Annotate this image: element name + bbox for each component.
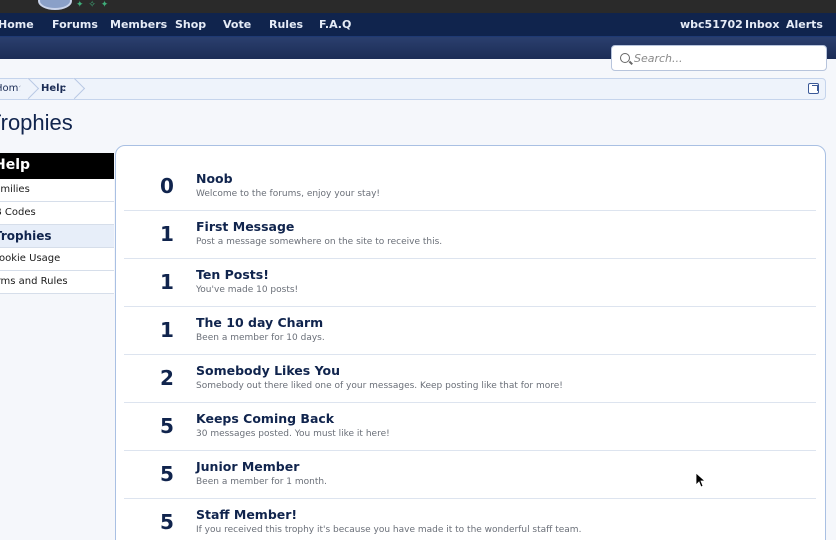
trophy-description: Somebody out there liked one of your mes… (196, 381, 563, 391)
trophy-title: Staff Member! (196, 507, 298, 522)
nav-alerts[interactable]: Alerts (786, 18, 823, 31)
nav-user[interactable]: wbc51702 (680, 18, 743, 31)
trophy-title: The 10 day Charm (196, 315, 324, 330)
nav-members[interactable]: Members (110, 18, 167, 31)
nav-rules[interactable]: Rules (269, 18, 303, 31)
trophy-points: 1 (160, 270, 174, 294)
sidebar-heading: Help (0, 153, 114, 179)
nav-forums[interactable]: Forums (52, 18, 98, 31)
trophy-points: 5 (160, 462, 174, 486)
trophy-description: You've made 10 posts! (196, 285, 299, 295)
breadcrumb-separator (27, 79, 39, 99)
trophy-row: 1 Ten Posts! You've made 10 posts! (124, 259, 816, 307)
trophy-row: 5 Junior Member Been a member for 1 mont… (124, 451, 816, 499)
trophy-description: Been a member for 1 month. (196, 477, 327, 487)
jump-to-page-icon[interactable] (808, 83, 819, 94)
search-box (611, 45, 827, 71)
search-input[interactable] (634, 49, 820, 67)
breadcrumb-help[interactable]: Help (41, 83, 67, 94)
mouse-pointer-icon (695, 472, 705, 488)
trophy-description: 30 messages posted. You must like it her… (196, 429, 390, 439)
trophy-title: Noob (196, 171, 233, 186)
nav-inbox[interactable]: Inbox (745, 18, 779, 31)
breadcrumb: Home Help (0, 78, 826, 100)
nav-home[interactable]: Home (0, 18, 34, 31)
header-banner: ✦ ✧ ✦ (0, 0, 836, 13)
trophy-points: 5 (160, 414, 174, 438)
trophy-list: 0 Noob Welcome to the forums, enjoy your… (115, 145, 826, 540)
trophy-description: Post a message somewhere on the site to … (196, 237, 443, 247)
trophy-row: 0 Noob Welcome to the forums, enjoy your… (124, 163, 816, 211)
trophy-row: 2 Somebody Likes You Somebody out there … (124, 355, 816, 403)
help-sidebar: Help Smilies BB Codes Trophies Cookie Us… (0, 153, 114, 294)
main-nav: Home Forums Members Shop Vote Rules F.A.… (0, 13, 836, 37)
nav-shop[interactable]: Shop (175, 18, 206, 31)
trophy-row: 1 The 10 day Charm Been a member for 10 … (124, 307, 816, 355)
trophy-points: 1 (160, 222, 174, 246)
trophy-points: 5 (160, 510, 174, 534)
trophy-description: If you received this trophy it's because… (196, 525, 582, 535)
trophy-points: 0 (160, 174, 174, 198)
sidebar-item-bb-codes[interactable]: BB Codes (0, 202, 114, 225)
nav-vote[interactable]: Vote (223, 18, 251, 31)
trophy-title: Junior Member (196, 459, 300, 474)
trophy-points: 1 (160, 318, 174, 342)
sidebar-item-cookie-usage[interactable]: Cookie Usage (0, 248, 114, 271)
sidebar-item-terms-rules[interactable]: Terms and Rules (0, 271, 114, 294)
nav-faq[interactable]: F.A.Q (319, 18, 351, 31)
trophy-row: 5 Keeps Coming Back 30 messages posted. … (124, 403, 816, 451)
trophy-title: Somebody Likes You (196, 363, 340, 378)
page-title: Trophies (0, 110, 73, 135)
trophy-description: Been a member for 10 days. (196, 333, 325, 343)
trophy-row: 1 First Message Post a message somewhere… (124, 211, 816, 259)
site-logo[interactable] (38, 0, 72, 10)
sidebar-item-trophies[interactable]: Trophies (0, 225, 114, 248)
logo-decoration: ✦ ✧ ✦ (76, 0, 110, 10)
trophy-title: Ten Posts! (196, 267, 269, 282)
trophy-description: Welcome to the forums, enjoy your stay! (196, 189, 381, 199)
search-icon (620, 53, 630, 63)
sidebar-item-smilies[interactable]: Smilies (0, 179, 114, 202)
breadcrumb-separator (73, 79, 85, 99)
trophy-row: 5 Staff Member! If you received this tro… (124, 499, 816, 540)
trophy-points: 2 (160, 366, 174, 390)
trophy-title: First Message (196, 219, 295, 234)
trophy-title: Keeps Coming Back (196, 411, 335, 426)
